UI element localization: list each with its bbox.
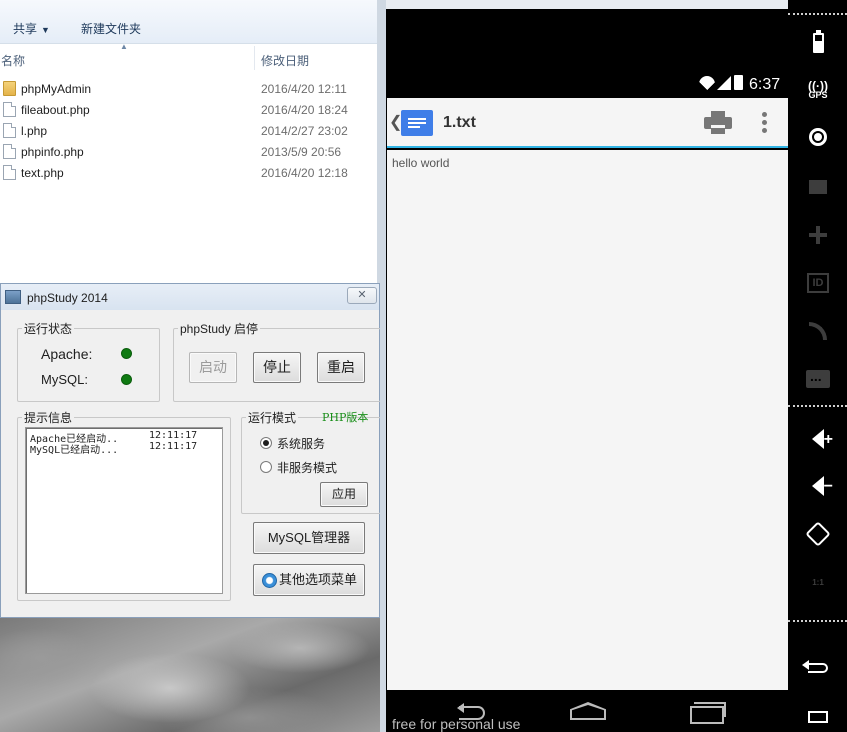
restart-button[interactable]: 重启 — [317, 352, 365, 383]
media-clapper-icon — [805, 174, 831, 200]
desktop-background-image — [0, 618, 380, 732]
file-row[interactable]: l.php 2014/2/27 23:02 — [0, 120, 380, 141]
column-header-modified[interactable]: 修改日期 — [261, 52, 309, 69]
mysql-status-indicator — [121, 374, 132, 385]
info-group-legend: 提示信息 — [24, 411, 73, 425]
column-header-row: 名称 修改日期 — [0, 44, 380, 72]
file-icon — [3, 102, 16, 117]
file-explorer-window: 共享 ▼ 新建文件夹 名称 修改日期 ▲ phpMyAdmin 2016/4/20 … — [0, 0, 380, 283]
toolbar-divider — [788, 13, 847, 15]
document-title: 1.txt — [443, 114, 476, 131]
file-icon — [3, 144, 16, 159]
php-version-link[interactable]: PHP版本 — [322, 409, 368, 425]
hardware-back-icon[interactable] — [802, 655, 831, 681]
file-modified-date: 2014/2/27 23:02 — [261, 124, 348, 138]
log-time: 12:11:17 — [149, 441, 198, 452]
webcam-icon[interactable] — [805, 124, 831, 150]
gear-icon — [262, 573, 277, 588]
phpstudy-titlebar[interactable]: phpStudy 2014 ✕ — [1, 284, 379, 310]
log-listbox[interactable]: Apache已经启动.. 12:11:17 MySQL已经启动... 12:11:17 — [25, 427, 223, 594]
file-name: l.php — [21, 124, 48, 138]
share-button[interactable]: 共享 ▼ — [13, 20, 50, 37]
file-modified-date: 2016/4/20 12:18 — [261, 166, 348, 180]
app-action-bar: ❮ 1.txt — [387, 98, 788, 148]
battery-control-icon[interactable] — [805, 30, 831, 56]
start-button[interactable]: 启动 — [189, 352, 237, 383]
sms-icon — [805, 366, 831, 392]
window-title: phpStudy 2014 — [27, 291, 108, 305]
phpstudy-app-icon — [5, 290, 21, 304]
column-header-name[interactable]: 名称 — [1, 52, 25, 69]
document-content[interactable]: hello world — [387, 150, 788, 690]
status-group-legend: 运行状态 — [24, 322, 73, 336]
emulator-titlebar[interactable] — [386, 0, 788, 9]
document-text: hello world — [392, 156, 450, 170]
system-service-radio[interactable]: 系统服务 — [260, 435, 325, 452]
folder-icon — [3, 81, 16, 96]
toolbar-divider — [788, 620, 847, 622]
other-options-button[interactable]: 其他选项菜单 — [253, 564, 365, 596]
mysql-manager-button[interactable]: MySQL管理器 — [253, 522, 365, 554]
hardware-recent-apps-icon[interactable] — [805, 704, 831, 730]
file-modified-date: 2016/4/20 12:11 — [261, 82, 347, 96]
network-feed-icon — [805, 318, 831, 344]
phpstudy-window: phpStudy 2014 ✕ 运行状态 Apache: MySQL: phpS… — [0, 283, 381, 618]
watermark-text: free for personal use — [392, 716, 521, 732]
explorer-toolbar: 共享 ▼ 新建文件夹 — [0, 0, 380, 44]
file-row[interactable]: phpMyAdmin 2016/4/20 12:11 — [0, 78, 380, 99]
file-icon — [3, 123, 16, 138]
rotate-screen-icon[interactable] — [805, 521, 831, 547]
file-name: phpinfo.php — [21, 145, 84, 159]
file-modified-date: 2016/4/20 18:24 — [261, 103, 348, 117]
battery-icon — [734, 75, 743, 90]
toolbar-divider — [788, 405, 847, 407]
column-divider[interactable] — [254, 46, 255, 70]
overflow-menu-icon[interactable] — [762, 112, 768, 134]
apply-button[interactable]: 应用 — [320, 482, 368, 507]
stop-button[interactable]: 停止 — [253, 352, 301, 383]
file-row[interactable]: text.php 2016/4/20 12:18 — [0, 162, 380, 183]
apache-label: Apache: — [41, 346, 93, 362]
device-id-icon: ID — [805, 270, 831, 296]
print-icon[interactable] — [704, 111, 732, 135]
scale-one-to-one-icon: 1:1 — [812, 577, 824, 587]
file-name: phpMyAdmin — [21, 82, 92, 96]
status-time: 6:37 — [749, 76, 781, 93]
mode-group-legend: 运行模式 — [248, 411, 297, 425]
window-border — [380, 0, 386, 732]
file-row[interactable]: fileabout.php 2016/4/20 18:24 — [0, 99, 380, 120]
log-entry: MySQL已经启动... 12:11:17 — [30, 441, 197, 456]
apache-status-indicator — [121, 348, 132, 359]
volume-up-icon[interactable]: + — [805, 426, 833, 452]
android-status-bar: 6:37 — [387, 68, 788, 98]
file-modified-date: 2013/5/9 20:56 — [261, 145, 342, 159]
non-service-radio[interactable]: 非服务模式 — [260, 459, 337, 476]
chevron-down-icon: ▼ — [41, 25, 50, 35]
new-folder-button[interactable]: 新建文件夹 — [81, 20, 141, 37]
file-icon — [3, 165, 16, 180]
device-screen: 6:37 ❮ 1.txt hello world free for person… — [387, 68, 788, 732]
dpad-icon — [805, 222, 831, 248]
emulator-side-toolbar: ((·))GPS ID + − 1:1 — [788, 0, 847, 732]
other-options-label: 其他选项菜单 — [278, 572, 357, 587]
android-emulator-window: 6:37 ❮ 1.txt hello world free for person… — [380, 0, 847, 732]
control-group-legend: phpStudy 启停 — [180, 322, 259, 336]
wifi-icon — [699, 76, 715, 90]
file-list: phpMyAdmin 2016/4/20 12:11 fileabout.php 20… — [0, 78, 380, 183]
mysql-label: MySQL: — [41, 372, 88, 387]
nav-home-icon[interactable] — [570, 702, 606, 720]
sort-ascending-icon: ▲ — [120, 42, 128, 51]
text-document-icon[interactable] — [401, 110, 433, 136]
gps-icon[interactable]: ((·)) GPS — [805, 78, 831, 104]
nav-recent-apps-icon[interactable] — [690, 702, 726, 724]
log-time: 12:11:17 — [149, 430, 198, 441]
log-message: MySQL已经启动... — [30, 445, 119, 456]
close-button[interactable]: ✕ — [347, 287, 377, 304]
file-row[interactable]: phpinfo.php 2013/5/9 20:56 — [0, 141, 380, 162]
volume-down-icon[interactable]: − — [805, 473, 833, 499]
file-name: fileabout.php — [21, 103, 90, 117]
cell-signal-icon — [717, 76, 731, 90]
file-name: text.php — [21, 166, 64, 180]
